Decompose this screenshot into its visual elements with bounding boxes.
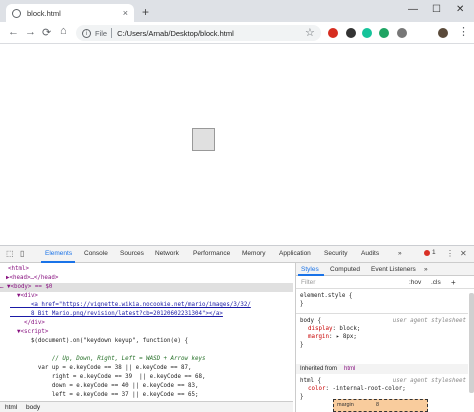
class-toggle[interactable]: .cls xyxy=(431,279,441,286)
devtools-panel: ⬚ ▯ Elements Console Sources Network Per… xyxy=(0,245,474,412)
browser-toolbar: ← → ⟳ ⌂ i File C:/Users/Arnab/Desktop/bl… xyxy=(0,22,474,44)
dom-node-html[interactable]: <html> xyxy=(8,265,29,274)
address-bar[interactable]: i File C:/Users/Arnab/Desktop/block.html xyxy=(76,25,321,41)
tab-event-listeners[interactable]: Event Listeners xyxy=(371,266,416,273)
tab-elements[interactable]: Elements xyxy=(45,250,72,257)
reload-icon[interactable]: ⟳ xyxy=(42,26,51,39)
tab-styles[interactable]: Styles xyxy=(301,266,319,273)
styles-tab-bar: Styles Computed Event Listeners » xyxy=(296,263,474,276)
inherited-tag-link[interactable]: html xyxy=(344,366,355,372)
forward-icon[interactable]: → xyxy=(25,26,36,38)
tab-sources[interactable]: Sources xyxy=(120,250,144,257)
tab-console[interactable]: Console xyxy=(84,250,108,257)
url-text[interactable]: C:/Users/Arnab/Desktop/block.html xyxy=(117,29,234,38)
dom-node-body-selected[interactable]: … ▼<body> == $0 xyxy=(0,283,293,292)
script-line: left = e.keyCode == 37 || e.keyCode == 6… xyxy=(10,392,199,398)
box-model-diagram[interactable]: margin 8 xyxy=(333,399,428,412)
maximize-icon[interactable]: ☐ xyxy=(432,4,441,15)
tab-strip: block.html × + — ☐ ✕ xyxy=(0,0,474,22)
script-line: var up = e.keyCode == 38 || e.keyCode ==… xyxy=(10,365,192,371)
breadcrumb-body[interactable]: body xyxy=(26,404,40,411)
minimize-icon[interactable]: — xyxy=(408,4,418,15)
inherited-from-header: Inherited from html xyxy=(296,364,468,374)
wordpress-extension-icon[interactable] xyxy=(397,28,407,38)
close-window-icon[interactable]: ✕ xyxy=(456,4,464,15)
box-model-margin-value: 8 xyxy=(376,402,380,408)
breadcrumb-html[interactable]: html xyxy=(5,404,17,411)
script-line: right = e.keyCode == 39 || e.keyCode == … xyxy=(10,374,206,380)
tab-network[interactable]: Network xyxy=(155,250,179,257)
element-style-rule[interactable]: element.style { } xyxy=(296,292,468,310)
tab-title: block.html xyxy=(27,8,61,18)
tab-close-icon[interactable]: × xyxy=(123,8,128,18)
script-line: $(document).on("keydown keyup", function… xyxy=(10,338,188,344)
devtools-tab-bar: ⬚ ▯ Elements Console Sources Network Per… xyxy=(0,246,474,263)
grammarly-extension-icon[interactable] xyxy=(362,28,372,38)
element-style-selector: element.style { xyxy=(300,293,353,299)
chat-extension-icon[interactable] xyxy=(379,28,389,38)
styles-scrollbar[interactable] xyxy=(469,293,474,393)
chrome-menu-icon[interactable]: ⋮ xyxy=(458,25,469,38)
page-viewport xyxy=(0,45,474,245)
tab-performance[interactable]: Performance xyxy=(193,250,230,257)
player-block xyxy=(192,128,215,151)
body-ua-rule[interactable]: body { user agent stylesheet display: bl… xyxy=(296,317,468,353)
inherited-label: Inherited from xyxy=(300,366,338,372)
rule-close-brace: } xyxy=(300,301,304,307)
omnibox-divider xyxy=(111,28,113,38)
dom-node-anchor-cont[interactable]: 8_Bit_Mario.png/revision/latest?cb=20120… xyxy=(10,310,223,319)
styles-filter-input[interactable]: Filter xyxy=(301,279,315,286)
more-tabs-icon[interactable]: » xyxy=(398,250,402,257)
dom-node-script[interactable]: ▼<script> xyxy=(10,328,48,337)
rule-close-brace: } xyxy=(300,394,304,400)
profile-avatar[interactable] xyxy=(438,28,448,38)
elements-tree: <html> ▶<head>…</head> … ▼<body> == $0 ▼… xyxy=(0,263,293,401)
scheme-label: File xyxy=(95,28,108,38)
box-model-margin-label: margin xyxy=(337,402,354,408)
back-icon[interactable]: ← xyxy=(8,26,19,38)
tab-block-html[interactable]: block.html × xyxy=(6,4,134,22)
dom-breadcrumb: html body xyxy=(0,401,293,412)
devtools-menu-icon[interactable]: ⋮ xyxy=(446,249,454,258)
tab-application[interactable]: Application xyxy=(279,250,311,257)
info-icon[interactable]: i xyxy=(82,28,91,38)
inspect-element-icon[interactable]: ⬚ xyxy=(6,249,14,258)
styles-pane: Styles Computed Event Listeners » Filter… xyxy=(295,263,474,412)
error-badge[interactable]: 1 xyxy=(424,249,436,256)
rule-source: user agent stylesheet xyxy=(392,378,466,384)
styles-filter-row: Filter :hov .cls + xyxy=(296,276,474,289)
device-toolbar-icon[interactable]: ▯ xyxy=(20,249,24,258)
css-property: color: -internal-root-color; xyxy=(308,386,406,392)
tab-audits[interactable]: Audits xyxy=(361,250,379,257)
dom-node-head[interactable]: ▶<head>…</head> xyxy=(6,274,58,283)
script-line: down = e.keyCode == 40 || e.keyCode == 8… xyxy=(10,383,199,389)
rule-divider xyxy=(296,313,468,314)
hover-state-toggle[interactable]: :hov xyxy=(409,279,421,286)
html-selector: html { xyxy=(300,378,321,384)
dom-node-div[interactable]: ▼<div> xyxy=(10,292,38,301)
extension-icon[interactable] xyxy=(346,28,356,38)
new-rule-button[interactable]: + xyxy=(451,278,456,287)
rule-source: user agent stylesheet xyxy=(392,318,466,324)
dom-node-div-close: </div> xyxy=(10,320,45,326)
rule-close-brace: } xyxy=(300,342,304,348)
globe-icon xyxy=(12,8,21,18)
opera-extension-icon[interactable] xyxy=(328,28,338,38)
error-icon xyxy=(424,249,430,256)
css-property: margin: ▸ 8px; xyxy=(308,334,357,340)
body-selector: body { xyxy=(300,318,321,324)
error-count: 1 xyxy=(432,249,436,256)
script-comment-line: // Up, Down, Right, Left = WASD + Arrow … xyxy=(10,356,206,362)
bookmark-star-icon[interactable]: ☆ xyxy=(305,26,315,39)
home-icon[interactable]: ⌂ xyxy=(60,25,67,37)
dom-node-anchor[interactable]: <a href="https://vignette.wikia.nocookie… xyxy=(10,301,251,310)
tab-security[interactable]: Security xyxy=(324,250,347,257)
more-panes-icon[interactable]: » xyxy=(424,266,428,273)
css-property: display: block; xyxy=(308,326,361,332)
tab-memory[interactable]: Memory xyxy=(242,250,265,257)
tab-computed[interactable]: Computed xyxy=(330,266,360,273)
devtools-close-icon[interactable]: ✕ xyxy=(460,249,467,258)
new-tab-button[interactable]: + xyxy=(142,5,149,19)
